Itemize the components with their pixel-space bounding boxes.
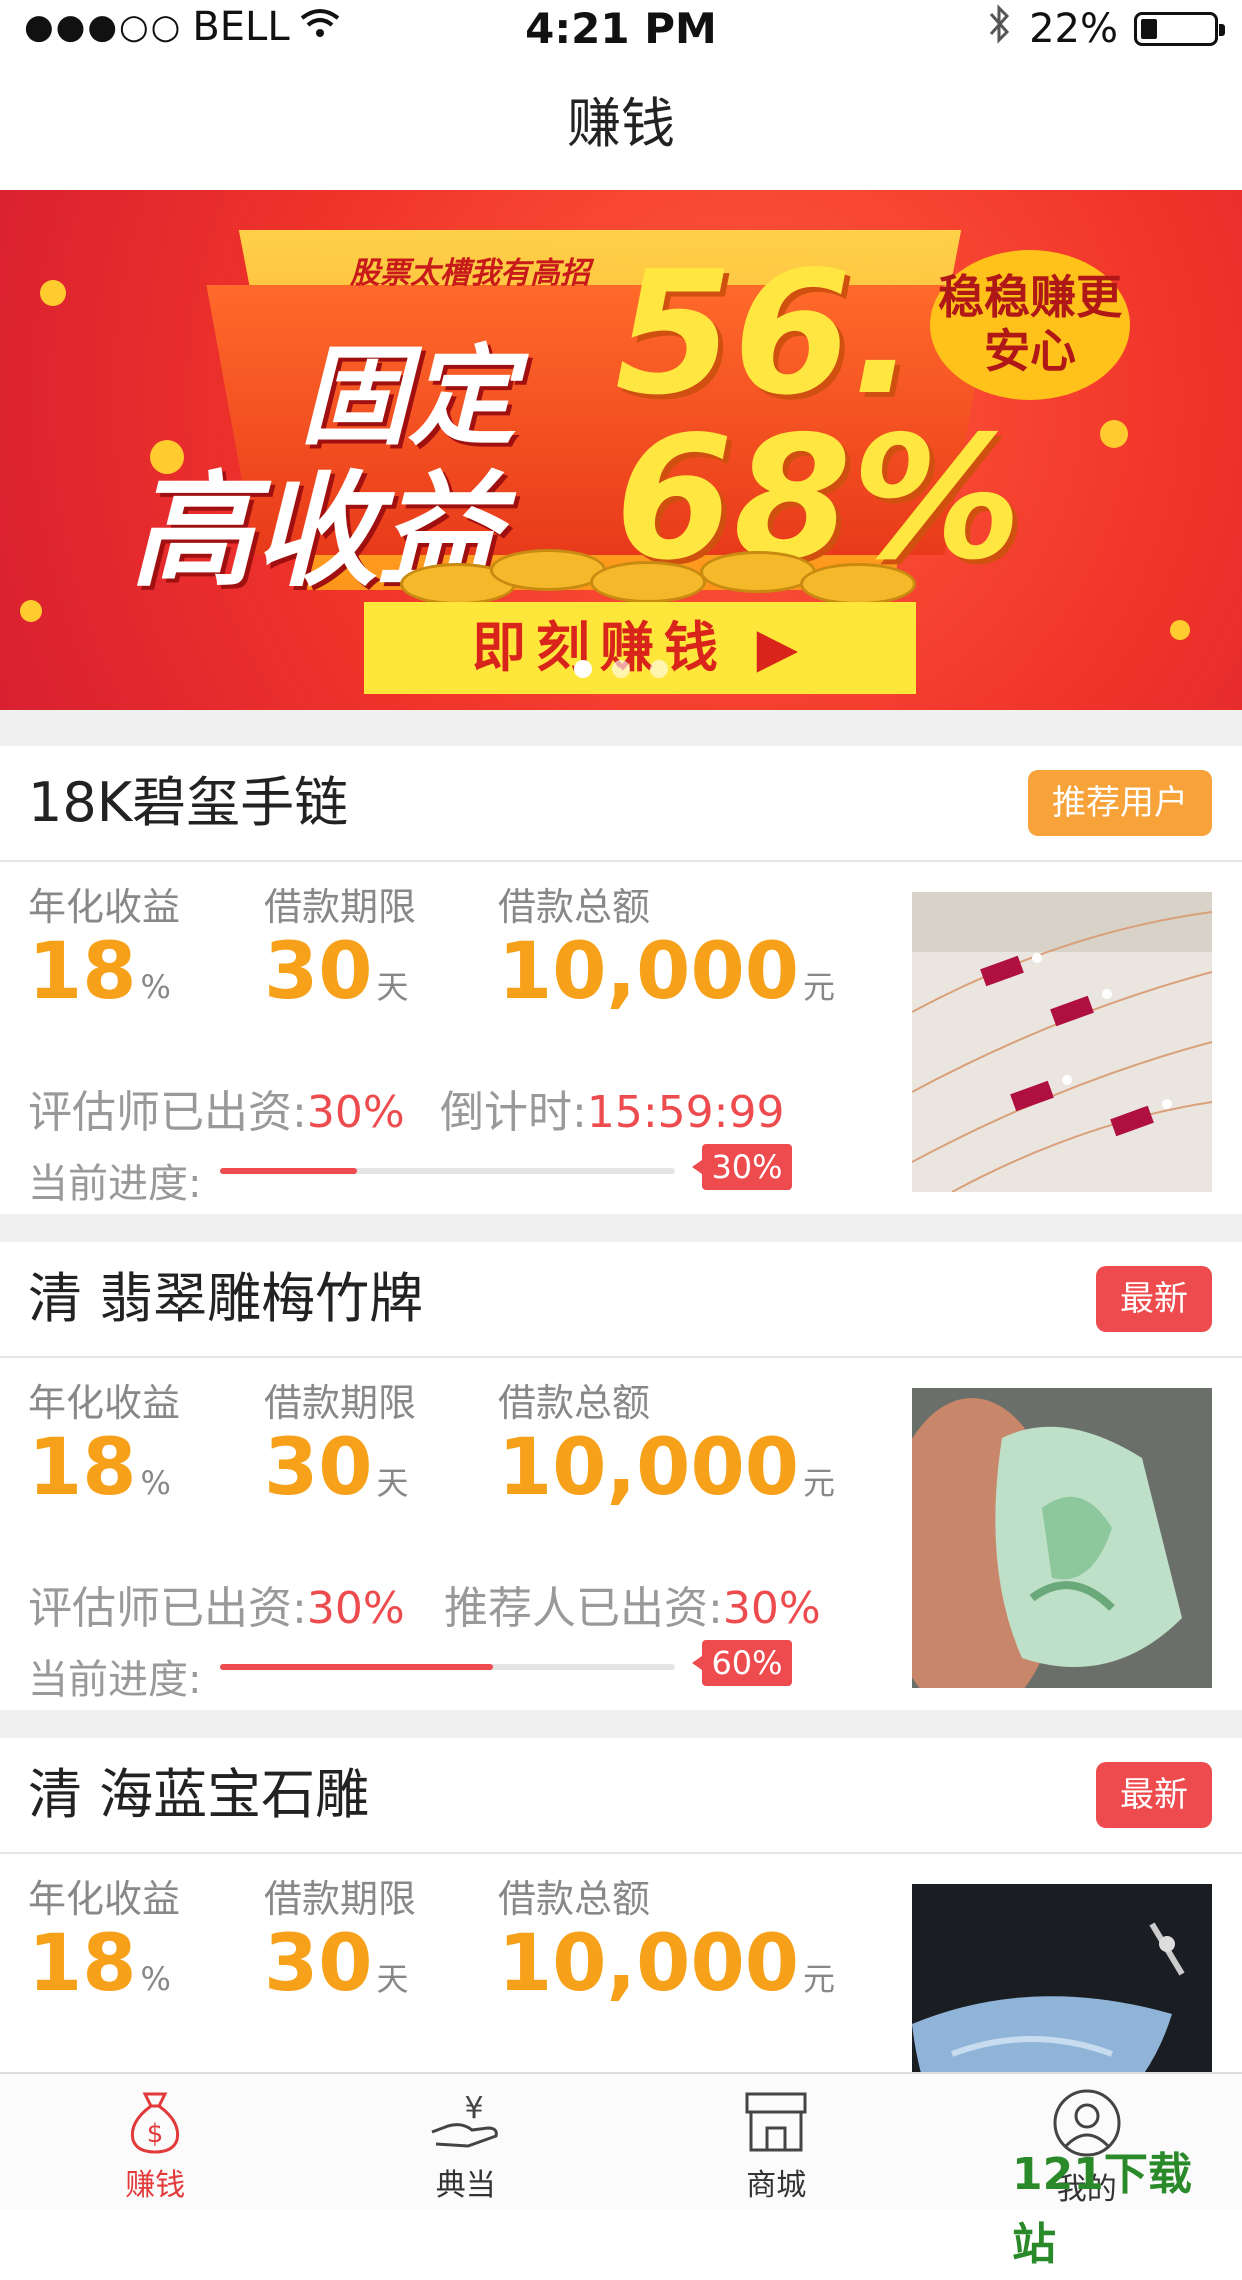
shop-icon	[741, 2088, 811, 2154]
product-image[interactable]	[912, 892, 1212, 1192]
recommend-user-badge[interactable]: 推荐用户	[1028, 770, 1212, 836]
progress-label: 当前进度:	[28, 1647, 201, 1705]
coins-illustration	[400, 545, 920, 605]
product-title: 18K碧玺手链	[28, 746, 348, 860]
svg-text:¥: ¥	[464, 2091, 483, 2126]
tab-label: 典当	[311, 2160, 622, 2204]
tab-pawn[interactable]: ¥ 典当	[311, 2074, 622, 2210]
svg-text:$: $	[147, 2119, 164, 2149]
tab-earn[interactable]: $ 赚钱	[0, 2074, 311, 2210]
annual-return: 年化收益 18%	[28, 1868, 180, 2009]
annual-return: 年化收益 18%	[28, 876, 180, 1017]
banner-slogan: 股票太槽我有高招	[350, 248, 590, 292]
tab-bar: $ 赚钱 ¥ 典当 商城 我的 121下载站	[0, 2072, 1242, 2210]
promo-banner[interactable]: 股票太槽我有高招 固定 高收益 56. 68% 稳稳赚更安心 即刻赚钱 ▶	[0, 190, 1242, 710]
appraiser-funded: 评估师已出资:30%	[28, 1572, 405, 1636]
loan-term: 借款期限 30天	[264, 1372, 416, 1513]
banner-bubble: 稳稳赚更安心	[930, 250, 1130, 400]
product-title: 清 海蓝宝石雕	[28, 1738, 369, 1852]
loan-total: 借款总额 10,000元	[498, 1372, 835, 1513]
bluetooth-icon	[987, 4, 1013, 54]
tab-label: 商城	[621, 2160, 932, 2204]
product-card[interactable]: 18K碧玺手链 推荐用户 年化收益 18% 借款期限 30天 借款总额 10,0…	[0, 746, 1242, 1214]
tab-label: 赚钱	[0, 2160, 311, 2204]
progress-bar	[220, 1168, 675, 1174]
hand-yen-icon: ¥	[428, 2088, 504, 2154]
pager-dot[interactable]	[650, 660, 668, 678]
loan-term: 借款期限 30天	[264, 876, 416, 1017]
progress-label: 当前进度:	[28, 1151, 201, 1209]
loan-term: 借款期限 30天	[264, 1868, 416, 2009]
tab-mall[interactable]: 商城	[621, 2074, 932, 2210]
new-badge[interactable]: 最新	[1096, 1762, 1212, 1828]
appraiser-funded: 评估师已出资:30%	[28, 1076, 405, 1140]
money-bag-icon: $	[123, 2088, 187, 2154]
product-card[interactable]: 清 翡翠雕梅竹牌 最新 年化收益 18% 借款期限 30天 借款总额 10,00…	[0, 1242, 1242, 1710]
status-bar: ●●●○○ BELL 4:21 PM 22%	[0, 0, 1242, 58]
banner-pager[interactable]	[0, 660, 1242, 682]
watermark-logo: 121下载站	[1012, 2140, 1232, 2210]
new-badge[interactable]: 最新	[1096, 1266, 1212, 1332]
referrer-funded: 推荐人已出资:30%	[444, 1572, 821, 1636]
countdown: 倒计时:15:59:99	[440, 1076, 784, 1140]
progress-percent: 60%	[702, 1640, 792, 1686]
product-image[interactable]	[912, 1388, 1212, 1688]
product-list: 18K碧玺手链 推荐用户 年化收益 18% 借款期限 30天 借款总额 10,0…	[0, 710, 1242, 2206]
loan-total: 借款总额 10,000元	[498, 876, 835, 1017]
page-title: 赚钱	[0, 60, 1242, 188]
battery-icon	[1134, 12, 1218, 46]
product-title: 清 翡翠雕梅竹牌	[28, 1242, 423, 1356]
annual-return: 年化收益 18%	[28, 1372, 180, 1513]
progress-bar	[220, 1664, 675, 1670]
pager-dot[interactable]	[574, 660, 592, 678]
pager-dot[interactable]	[612, 660, 630, 678]
battery-percent: 22%	[1029, 6, 1118, 52]
loan-total: 借款总额 10,000元	[498, 1868, 835, 2009]
progress-percent: 30%	[702, 1144, 792, 1190]
